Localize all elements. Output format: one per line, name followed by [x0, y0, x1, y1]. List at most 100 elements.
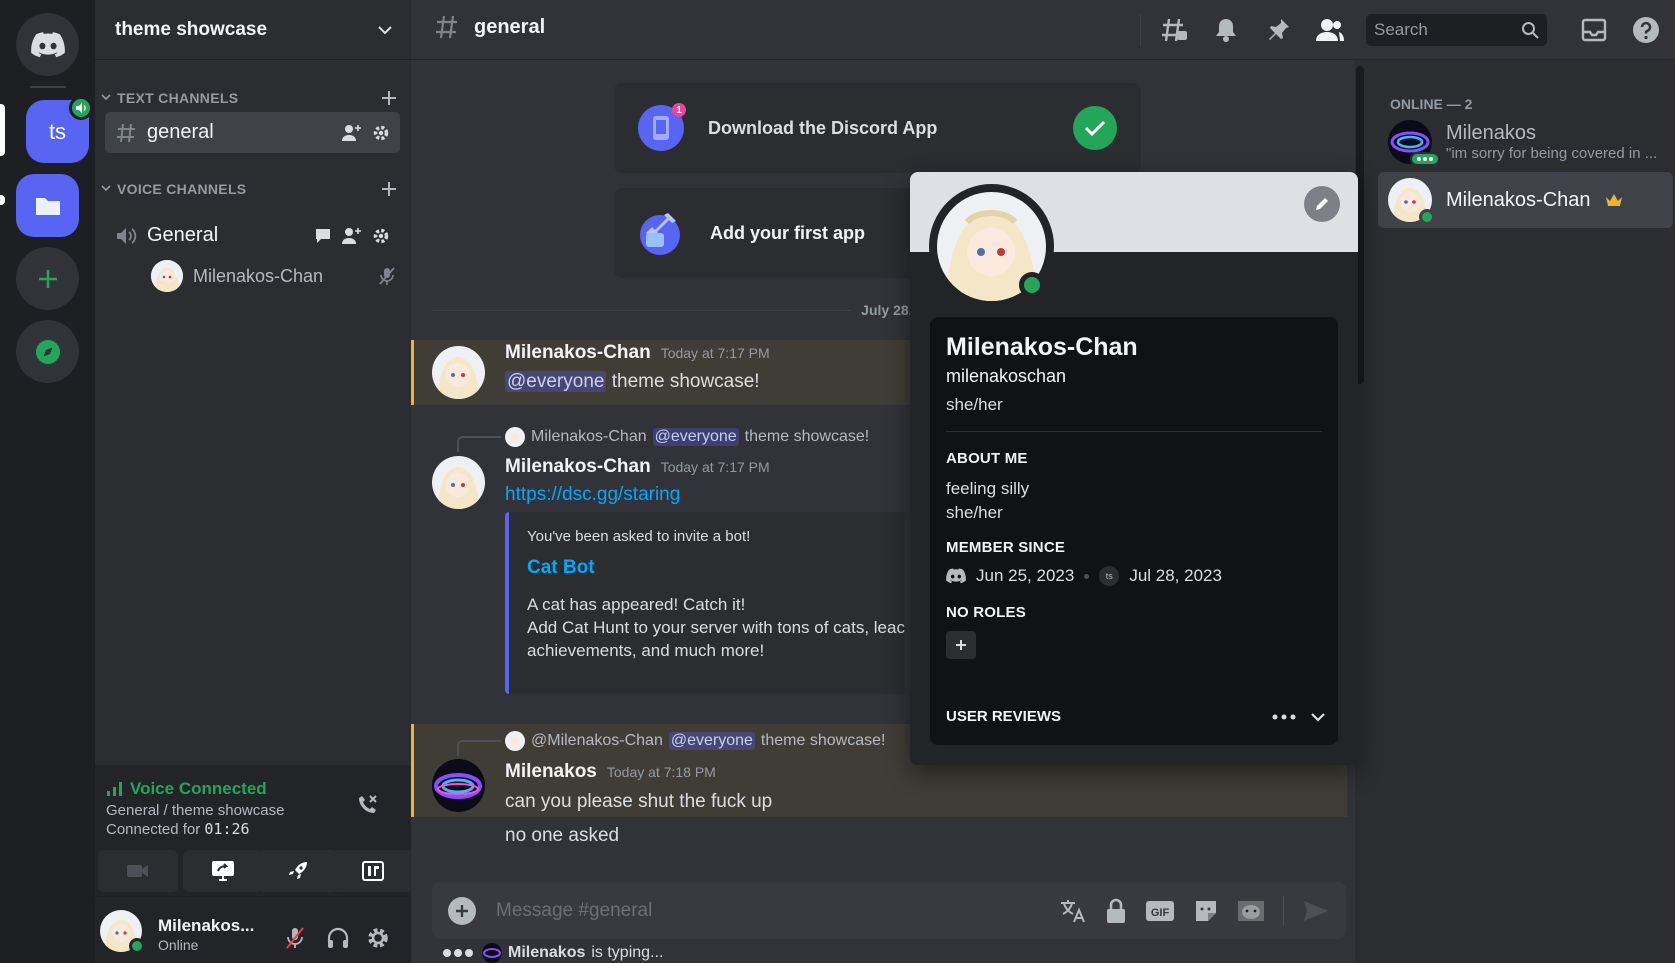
profile-pronouns: she/her — [946, 395, 1003, 414]
channel-header-title: general — [434, 14, 545, 40]
gear-icon — [373, 228, 389, 243]
lock-icon — [1107, 898, 1125, 923]
online-status-dot — [129, 938, 145, 954]
member-name: Milenakos-Chan — [193, 265, 324, 286]
search-placeholder: Search — [1374, 20, 1428, 39]
online-status-dot — [1419, 209, 1435, 225]
discord-logo-icon — [946, 568, 966, 584]
screen-share-button[interactable] — [183, 850, 263, 892]
voice-member[interactable]: Milenakos-Chan — [151, 260, 396, 292]
deafen-button[interactable] — [326, 926, 350, 950]
typing-indicator: Milenakos is typing... — [442, 943, 663, 963]
explore-servers-button[interactable] — [16, 320, 79, 383]
chevron-down-icon — [378, 25, 392, 34]
gear-icon — [373, 125, 389, 140]
guild-name: theme showcase — [115, 18, 268, 40]
typing-user: Milenakos — [508, 944, 586, 961]
soundboard-button[interactable] — [333, 850, 413, 892]
soundboard-icon — [362, 861, 384, 881]
voice-channels-category[interactable]: VOICE CHANNELS — [101, 181, 401, 197]
gif-button[interactable]: GIF — [1145, 899, 1175, 923]
user-name[interactable]: Milenakos... — [158, 916, 254, 936]
message-link[interactable]: https://dsc.gg/staring — [505, 484, 680, 506]
chevron-down-icon — [1311, 712, 1325, 722]
reply-author: Milenakos-Chan — [531, 428, 647, 445]
user-reviews-section[interactable]: USER REVIEWS — [946, 708, 1326, 725]
reply-preview[interactable]: Milenakos-Chan @everyone theme showcase! — [505, 427, 869, 447]
activities-button[interactable] — [258, 850, 338, 892]
translate-button[interactable] — [1059, 898, 1087, 924]
channel-general[interactable]: general — [105, 112, 400, 153]
reply-preview[interactable]: @Milenakos-Chan @everyone theme showcase… — [505, 731, 885, 751]
reviews-heading: USER REVIEWS — [946, 708, 1062, 725]
camera-button[interactable] — [98, 850, 178, 892]
embed-line: A cat has appeared! Catch it! — [527, 595, 746, 614]
message-avatar[interactable] — [432, 346, 485, 399]
user-settings-button[interactable] — [366, 926, 390, 950]
message-header: Milenakos-Chan Today at 7:17 PM — [505, 456, 770, 478]
signal-icon — [107, 782, 122, 796]
disconnect-button[interactable] — [352, 790, 382, 820]
sticker-button[interactable] — [1193, 898, 1219, 924]
upload-button[interactable] — [448, 896, 476, 925]
message-author[interactable]: Milenakos-Chan — [505, 342, 651, 363]
send-icon — [1304, 900, 1328, 921]
profile-display-name: Milenakos-Chan — [946, 333, 1138, 361]
pinned-button[interactable] — [1262, 14, 1294, 46]
voice-channel-general[interactable]: General — [105, 215, 400, 256]
download-app-card[interactable]: 1 Download the Discord App — [614, 83, 1141, 173]
voice-connected-title[interactable]: Voice Connected — [106, 779, 267, 799]
edit-profile-button[interactable] — [1304, 186, 1340, 222]
roles-heading: NO ROLES — [946, 604, 1026, 621]
mention-everyone[interactable]: @everyone — [505, 371, 607, 392]
translate-icon — [1061, 899, 1085, 922]
message-input[interactable]: Message #general — [496, 900, 1059, 922]
members-icon — [1316, 19, 1344, 41]
help-button[interactable] — [1630, 14, 1662, 46]
plus-icon — [956, 640, 966, 650]
reply-mention: @everyone — [652, 428, 739, 446]
member-list-button[interactable] — [1314, 14, 1346, 46]
add-role-button[interactable] — [946, 631, 976, 659]
server-abbrev: ts — [48, 118, 67, 144]
reply-avatar — [505, 731, 525, 751]
send-button[interactable] — [1302, 899, 1330, 923]
camera-icon — [127, 865, 148, 877]
guild-header[interactable]: theme showcase — [95, 0, 411, 60]
muted-mic-icon — [286, 927, 304, 949]
emoji-button[interactable] — [1237, 898, 1265, 924]
threads-button[interactable] — [1158, 14, 1190, 46]
discord-home-button[interactable] — [16, 13, 79, 76]
encrypt-button[interactable] — [1105, 897, 1127, 925]
inbox-button[interactable] — [1578, 14, 1610, 46]
member-item[interactable]: Milenakos "im sorry for being covered in… — [1378, 114, 1673, 170]
embed-title[interactable]: Cat Bot — [527, 557, 887, 579]
search-input[interactable]: Search — [1366, 14, 1547, 46]
message-avatar[interactable] — [432, 456, 485, 509]
server-folder[interactable] — [16, 174, 79, 237]
text-channels-category[interactable]: TEXT CHANNELS — [101, 90, 401, 106]
member-item-selected[interactable]: Milenakos-Chan — [1378, 172, 1673, 228]
voice-active-badge — [69, 96, 93, 120]
date-divider: July 28, 20 — [432, 302, 932, 318]
help-icon — [1633, 17, 1659, 43]
message-text: no one asked — [505, 825, 620, 846]
create-channel-icon — [382, 91, 396, 105]
notifications-button[interactable] — [1210, 14, 1242, 46]
message-avatar[interactable] — [432, 759, 485, 812]
category-label: TEXT CHANNELS — [117, 90, 239, 106]
reply-connector — [457, 436, 501, 452]
mute-button[interactable] — [284, 926, 306, 950]
message-author[interactable]: Milenakos — [505, 761, 597, 782]
screen-share-icon — [212, 861, 234, 881]
user-status: Online — [158, 937, 199, 953]
server-theme-showcase[interactable]: ts — [26, 96, 93, 163]
rocket-icon — [289, 862, 307, 879]
voice-location[interactable]: General / theme showcase — [106, 802, 284, 819]
add-server-button[interactable] — [16, 247, 79, 310]
card-label: Add your first app — [710, 222, 866, 243]
rail-separator — [30, 86, 66, 88]
message-author[interactable]: Milenakos-Chan — [505, 456, 651, 477]
about-me-text: feeling silly she/her — [946, 477, 1322, 525]
typing-avatar — [482, 943, 502, 963]
